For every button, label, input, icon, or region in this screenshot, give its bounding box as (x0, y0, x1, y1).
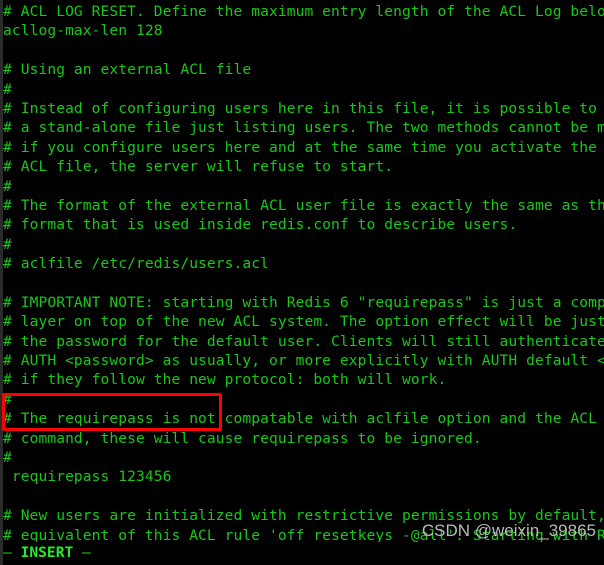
buffer-line: # format that is used inside redis.conf … (3, 216, 518, 234)
buffer-line: # (3, 177, 12, 195)
insert-mode-suffix: — (73, 544, 91, 561)
buffer-line: # aclfile /etc/redis/users.acl (3, 255, 269, 273)
buffer-line (3, 487, 604, 506)
terminal-left-gutter (0, 0, 3, 565)
buffer-line: # ACL LOG RESET. Define the maximum entr… (3, 3, 604, 20)
buffer-line: # The format of the external ACL user fi… (3, 196, 604, 214)
buffer-line: # IMPORTANT NOTE: starting with Redis 6 … (3, 293, 604, 311)
buffer-line: # the password for the default user. Cli… (3, 332, 604, 350)
buffer-line (3, 273, 604, 292)
buffer-line: # (3, 448, 12, 466)
terminal-window[interactable]: # ACL LOG RESET. Define the maximum entr… (0, 0, 604, 565)
buffer-line: # Instead of configuring users here in t… (3, 99, 604, 117)
buffer-line: # command, these will cause requirepass … (3, 429, 482, 447)
vim-text-buffer[interactable]: # ACL LOG RESET. Define the maximum entr… (3, 2, 604, 542)
buffer-line: # if you configure users here and at the… (3, 138, 604, 156)
buffer-line: # layer on top of the new ACL system. Th… (3, 313, 604, 331)
buffer-line: # if they follow the new protocol: both … (3, 371, 447, 389)
buffer-line: # a stand-alone file just listing users.… (3, 119, 604, 137)
vim-status-line: — INSERT — (3, 543, 604, 563)
buffer-line (3, 41, 604, 60)
buffer-line: acllog-max-len 128 (3, 22, 163, 40)
insert-mode-prefix: — (3, 544, 21, 561)
buffer-line: # ACL file, the server will refuse to st… (3, 158, 394, 176)
buffer-line: requirepass 123456 (3, 468, 172, 486)
csdn-watermark: CSDN @weixin_39865 (421, 521, 596, 540)
buffer-line: # (3, 235, 12, 253)
buffer-line: # (3, 390, 12, 408)
buffer-line: # The requirepass is not compatable with… (3, 410, 604, 428)
buffer-line: # AUTH <password> as usually, or more ex… (3, 352, 604, 370)
buffer-line: # (3, 80, 12, 98)
buffer-line: # Using an external ACL file (3, 61, 252, 79)
insert-mode-label: INSERT (20, 544, 74, 561)
